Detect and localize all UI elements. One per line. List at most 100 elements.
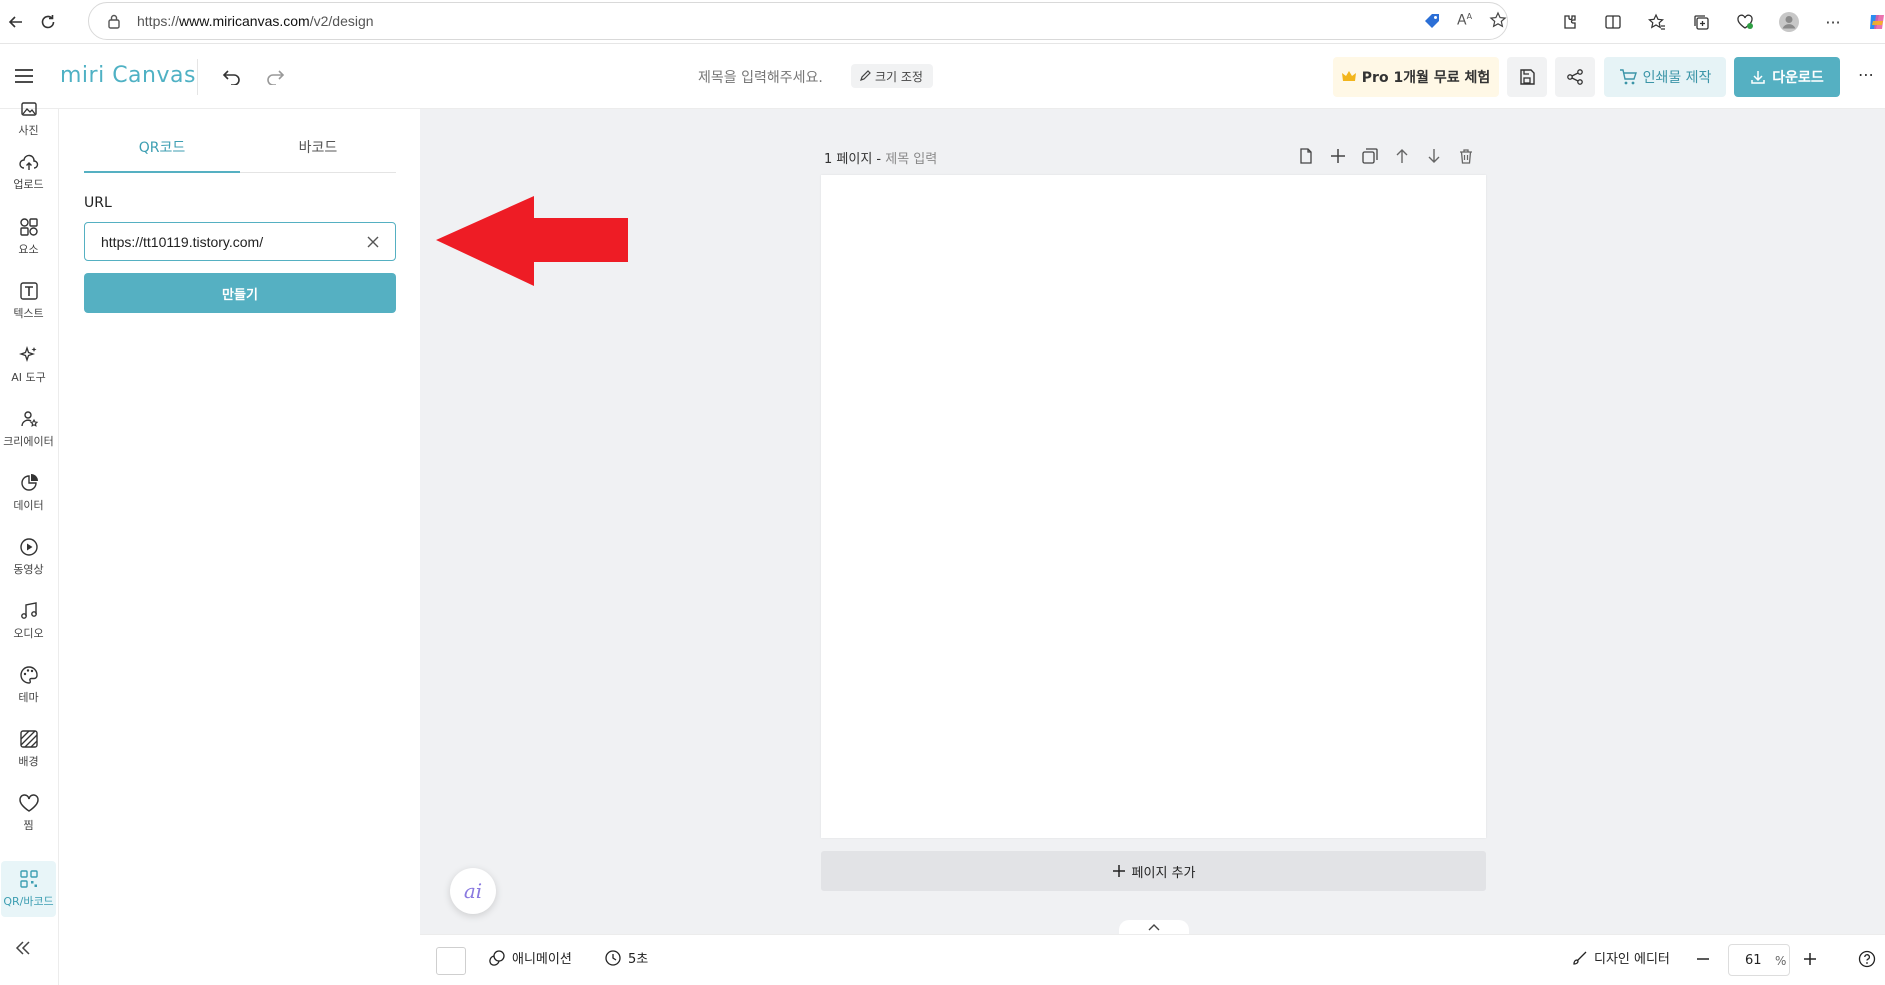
sidebar-item-label: 사진: [18, 124, 39, 137]
clear-input-icon[interactable]: [364, 233, 382, 251]
bottom-toolbar: 애니메이션 5초 디자인 에디터 61 %: [420, 934, 1885, 985]
share-icon: [1567, 69, 1583, 85]
url-label: URL: [84, 195, 112, 211]
share-button[interactable]: [1555, 57, 1595, 97]
undo-icon[interactable]: [222, 67, 242, 85]
download-button[interactable]: 다운로드: [1734, 57, 1840, 97]
split-screen-icon[interactable]: [1597, 6, 1629, 38]
chart-icon: [20, 474, 38, 491]
ai-sparkle-icon: [18, 345, 36, 363]
extensions-icon[interactable]: [1553, 6, 1585, 38]
sidebar-item-ai-tools[interactable]: AI 도구: [0, 335, 57, 395]
sidebar-item-upload[interactable]: 업로드: [0, 143, 57, 203]
pro-trial-button[interactable]: Pro 1개월 무료 체험: [1333, 57, 1499, 97]
add-page-label: 페이지 추가: [1131, 865, 1196, 881]
sidebar-item-favorites[interactable]: 찜: [0, 783, 57, 843]
health-icon[interactable]: [1729, 6, 1761, 38]
zoom-input[interactable]: 61 %: [1728, 944, 1790, 976]
design-title-input[interactable]: 제목을 입력해주세요.: [698, 67, 823, 87]
sidebar-item-elements[interactable]: 요소: [0, 207, 57, 267]
animation-button[interactable]: 애니메이션: [488, 948, 572, 967]
tag-icon[interactable]: [1423, 12, 1441, 30]
more-options-icon[interactable]: ⋯: [1858, 65, 1874, 84]
duplicate-page-icon[interactable]: [1360, 146, 1380, 166]
print-order-button[interactable]: 인쇄물 제작: [1604, 57, 1726, 97]
favorites-icon[interactable]: [1641, 6, 1673, 38]
redo-icon[interactable]: [265, 67, 285, 85]
resize-button[interactable]: 크기 조정: [851, 64, 933, 88]
cart-icon: [1619, 69, 1637, 85]
address-bar[interactable]: https://www.miricanvas.com/v2/design AA: [88, 2, 1508, 40]
back-icon[interactable]: [0, 6, 32, 38]
clock-icon: [605, 949, 621, 966]
music-icon: [20, 602, 37, 619]
text-icon: [19, 282, 38, 300]
create-qr-button[interactable]: 만들기: [84, 273, 396, 313]
browser-toolbar: https://www.miricanvas.com/v2/design AA …: [0, 0, 1885, 44]
ai-assistant-button[interactable]: ai: [450, 868, 496, 914]
page-title-input[interactable]: 제목 입력: [885, 152, 937, 167]
download-icon: [1751, 71, 1765, 84]
sidebar-item-label: 텍스트: [13, 307, 44, 320]
zoom-in-icon[interactable]: [1803, 952, 1817, 966]
miricanvas-logo[interactable]: miri Canvas: [60, 63, 196, 88]
tab-barcode[interactable]: 바코드: [240, 133, 396, 173]
creator-icon: [20, 411, 38, 427]
sidebar-item-photo[interactable]: 사진: [0, 89, 57, 149]
url-input[interactable]: [84, 222, 396, 261]
crown-icon: [1341, 71, 1356, 81]
duration-button[interactable]: 5초: [604, 948, 648, 967]
menu-hamburger-icon[interactable]: [14, 67, 34, 85]
copilot-icon[interactable]: [1861, 6, 1885, 38]
save-button[interactable]: [1507, 57, 1547, 97]
sidebar-item-qr-barcode[interactable]: QR/바코드: [1, 861, 56, 917]
lock-icon[interactable]: [107, 13, 121, 29]
elements-icon: [19, 218, 38, 236]
design-page[interactable]: [821, 175, 1486, 838]
add-page-icon[interactable]: [1328, 146, 1348, 166]
collapse-sidebar-icon[interactable]: [14, 940, 32, 956]
chevron-up-icon: [1148, 924, 1160, 931]
canvas-workspace: 1 페이지 - 제목 입력 페이지 추가 ai: [420, 109, 1885, 934]
move-down-icon[interactable]: [1424, 146, 1444, 166]
collections-icon[interactable]: [1685, 6, 1717, 38]
sidebar-item-label: 찜: [23, 819, 34, 832]
background-icon: [19, 730, 38, 748]
sidebar-item-video[interactable]: 동영상: [0, 527, 57, 587]
favorite-star-icon[interactable]: [1489, 11, 1507, 29]
page-header: 1 페이지 - 제목 입력: [824, 148, 937, 167]
sidebar-item-text[interactable]: 텍스트: [0, 271, 57, 331]
zoom-unit: %: [1775, 954, 1787, 968]
sidebar-item-label: 동영상: [13, 563, 44, 576]
header-divider: [197, 59, 198, 95]
move-up-icon[interactable]: [1392, 146, 1412, 166]
page-note-icon[interactable]: [1296, 146, 1316, 166]
brush-icon: [1573, 951, 1587, 965]
read-aloud-icon[interactable]: AA: [1457, 12, 1472, 29]
zoom-out-icon[interactable]: [1696, 952, 1710, 966]
pro-trial-label: Pro 1개월 무료 체험: [1361, 70, 1491, 86]
download-label: 다운로드: [1772, 70, 1824, 86]
sidebar-item-creator[interactable]: 크리에이터: [0, 399, 57, 459]
tab-qr-code[interactable]: QR코드: [84, 133, 240, 173]
plus-icon: [1112, 865, 1125, 877]
sidebar-item-audio[interactable]: 오디오: [0, 591, 57, 651]
page-color-swatch[interactable]: [436, 947, 466, 975]
animation-label: 애니메이션: [512, 952, 572, 967]
delete-page-icon[interactable]: [1456, 146, 1476, 166]
add-page-button[interactable]: 페이지 추가: [821, 851, 1486, 891]
animation-icon: [489, 949, 505, 966]
sidebar-item-label: QR/바코드: [3, 895, 54, 908]
sidebar-item-background[interactable]: 배경: [0, 719, 57, 779]
design-editor-button[interactable]: 디자인 에디터: [1572, 948, 1670, 967]
sidebar-item-theme[interactable]: 테마: [0, 655, 57, 715]
more-dots-icon[interactable]: ···: [1817, 6, 1849, 38]
sidebar-item-label: AI 도구: [11, 371, 46, 384]
refresh-icon[interactable]: [32, 6, 64, 38]
sidebar-item-data[interactable]: 데이터: [0, 463, 57, 523]
zoom-value: 61: [1745, 953, 1762, 968]
profile-avatar-icon[interactable]: [1773, 6, 1805, 38]
help-icon[interactable]: [1858, 950, 1876, 968]
sidebar-item-label: 업로드: [13, 178, 44, 191]
timeline-toggle[interactable]: [1119, 920, 1189, 934]
